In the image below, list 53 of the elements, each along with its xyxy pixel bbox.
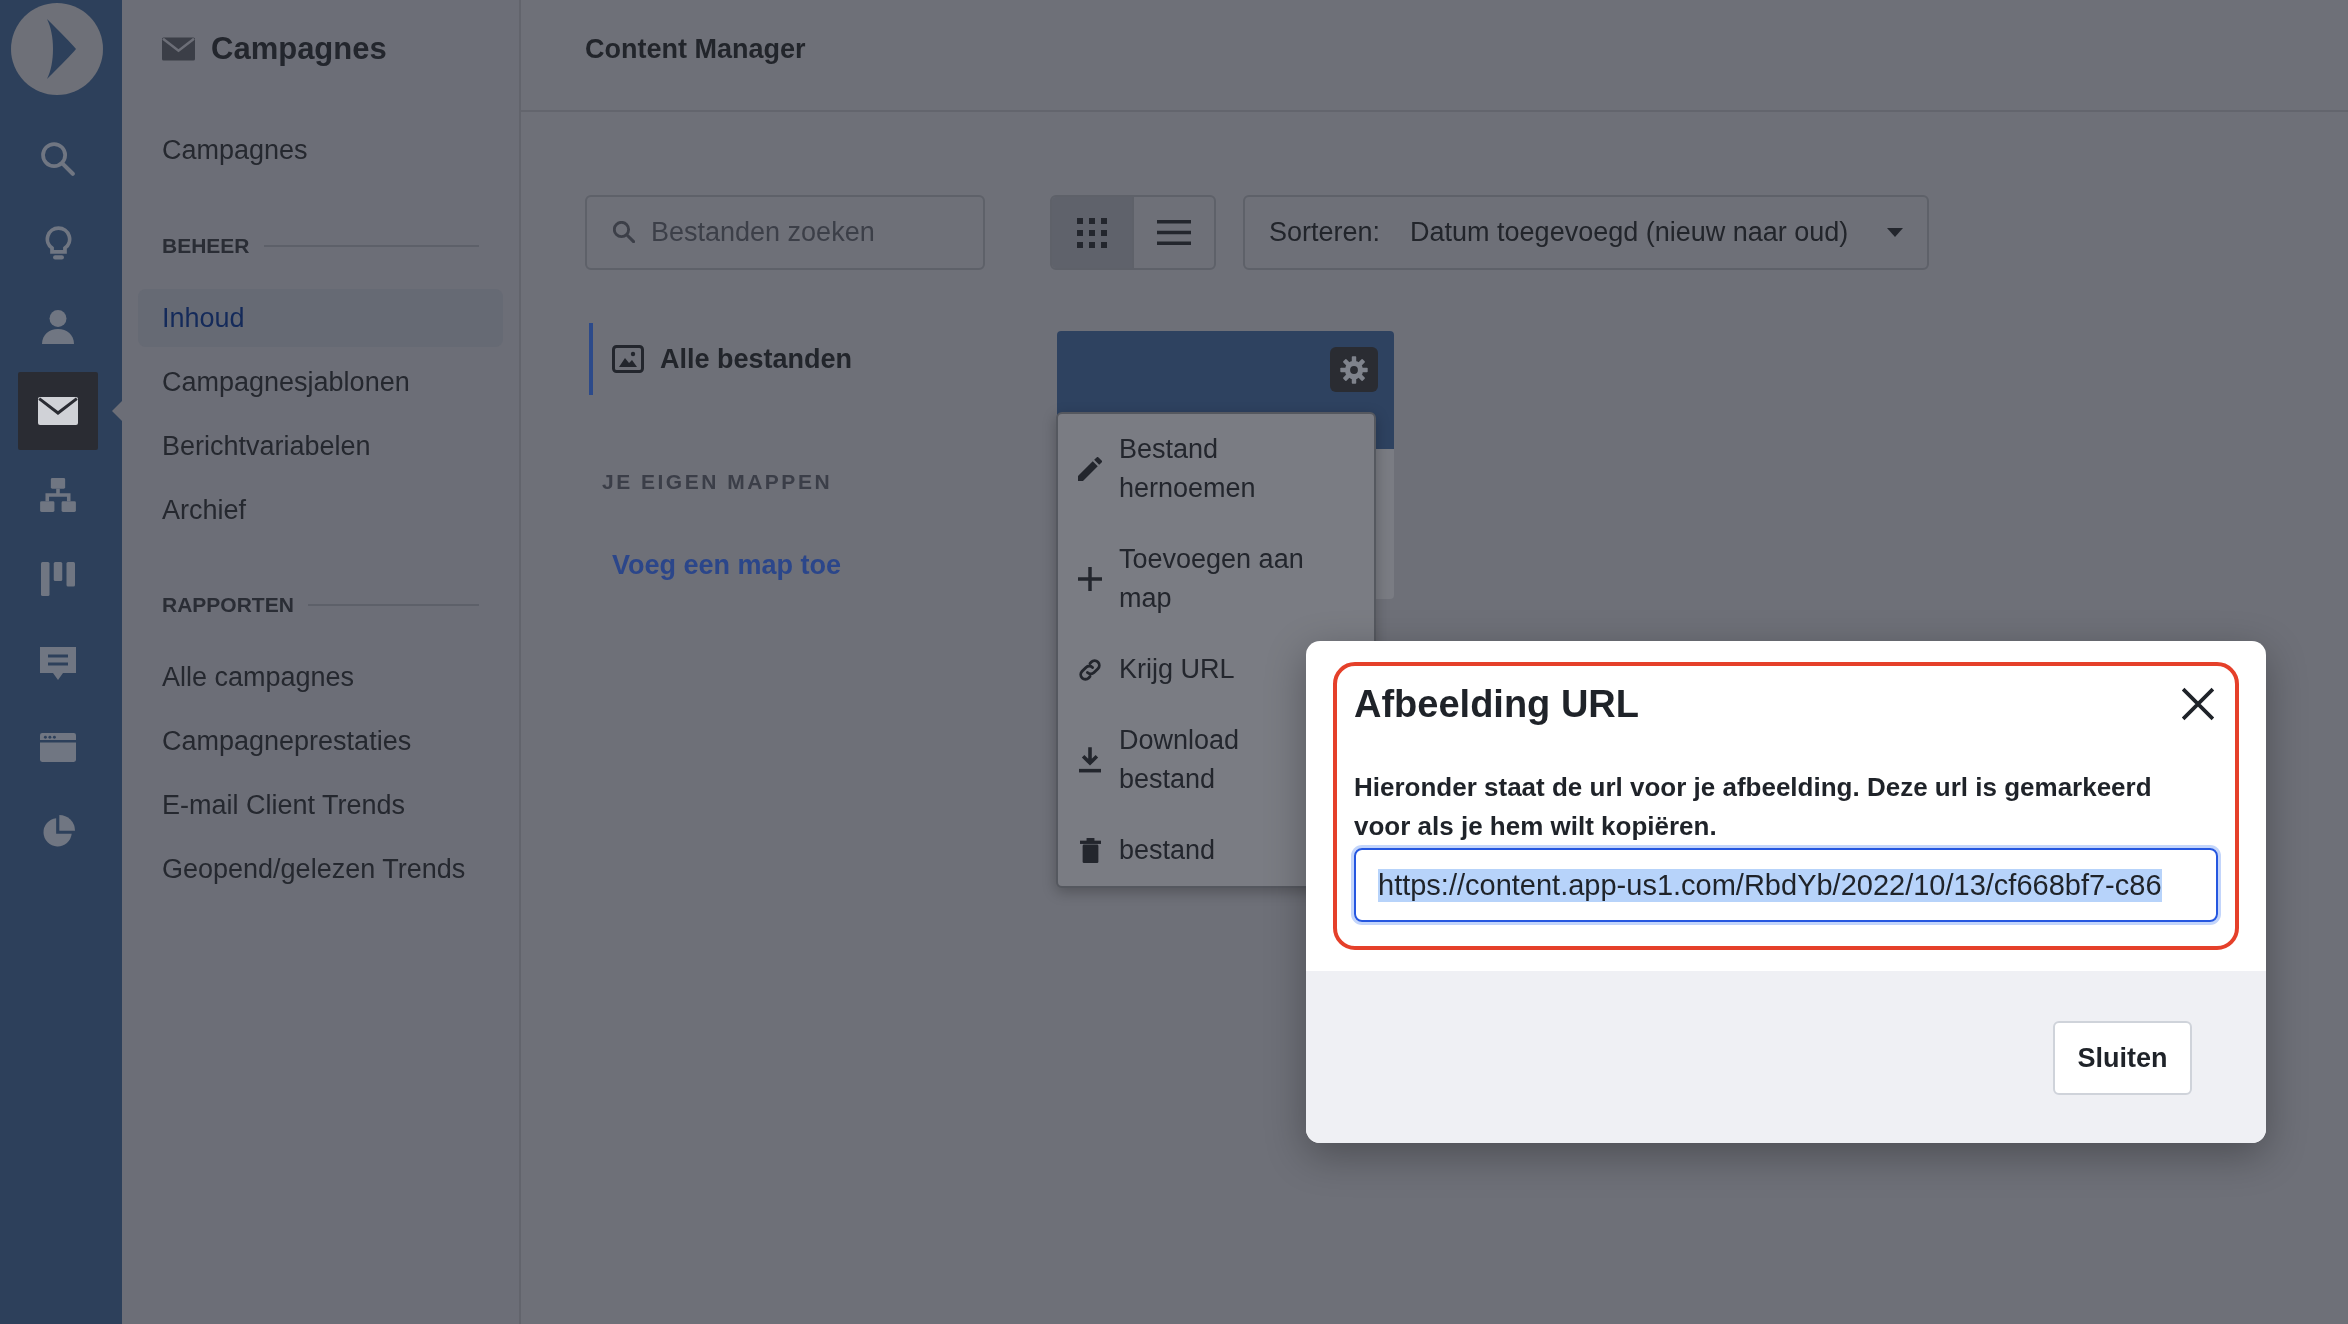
plus-icon	[1078, 567, 1102, 591]
section-heading: BEHEER	[162, 234, 250, 258]
list-icon	[1157, 220, 1191, 245]
caret-icon	[1887, 228, 1903, 237]
trash-icon	[1079, 838, 1101, 863]
dialog-message: Hieronder staat de url voor je afbeelding. Deze url is gemarkeerd voor als je hem wilt kopiëren.	[1354, 771, 2153, 843]
sidebar-item[interactable]: E-mail Client Trends	[138, 776, 503, 834]
gear-icon	[1339, 354, 1369, 385]
envelope-icon	[38, 397, 78, 425]
search-icon	[613, 221, 635, 243]
envelope-icon	[162, 37, 195, 61]
sort-dropdown[interactable]: Sorteren: Datum toegevoegd (nieuw naar oud)	[1243, 195, 1929, 270]
page-title: Content Manager	[585, 34, 806, 64]
sidebar-item[interactable]: Campagnesjablonen	[138, 353, 503, 411]
sort-value: Datum toegevoegd (nieuw naar oud)	[1410, 217, 1849, 248]
add-folder-link[interactable]: Voeg een map toe	[612, 548, 842, 582]
pie-chart-icon	[41, 814, 75, 848]
menu-item[interactable]: bestand	[1076, 831, 1216, 870]
sitemap-icon	[40, 478, 76, 512]
search-icon	[41, 142, 75, 176]
sidebar-item[interactable]: Geopend/gelezen Trends	[138, 840, 503, 898]
user-icon	[42, 310, 74, 344]
sidebar-item[interactable]: Berichtvariabelen	[138, 417, 503, 475]
grid-view-button[interactable]	[1052, 197, 1132, 268]
nav-button[interactable]	[18, 372, 98, 450]
pencil-icon	[1078, 457, 1102, 481]
link-icon	[1079, 658, 1101, 681]
section-heading: RAPPORTEN	[162, 593, 294, 617]
menu-item[interactable]: Bestand hernoemen	[1076, 430, 1334, 508]
dialog-title: Afbeelding URL	[1354, 682, 1639, 727]
sort-label: Sorteren:	[1269, 217, 1381, 248]
grid-icon	[1077, 217, 1107, 248]
menu-item[interactable]: Krijg URL	[1076, 650, 1235, 689]
folder-item[interactable]: Alle bestanden	[589, 323, 853, 395]
sidebar-item[interactable]: Campagnes	[138, 121, 503, 179]
sidebar-item[interactable]: Archief	[138, 481, 503, 539]
logo-icon	[11, 3, 103, 95]
sidebar-item[interactable]: Inhoud	[138, 289, 503, 347]
sidebar-title: Campagnes	[211, 31, 387, 67]
sidebar-item[interactable]: Alle campagnes	[138, 648, 503, 706]
sidebar-item[interactable]: Campagneprestaties	[138, 712, 503, 770]
download-icon	[1079, 747, 1101, 773]
browser-window-icon	[40, 732, 76, 762]
settings-button[interactable]	[1330, 347, 1378, 392]
close-icon	[2181, 687, 2215, 721]
image-icon	[612, 345, 644, 373]
chat-icon	[40, 646, 76, 680]
url-field[interactable]: https://content.app-us1.com/RbdYb/2022/10/13/cf668bf7-c86	[1354, 848, 2218, 922]
menu-item[interactable]: Toevoegen aan map	[1076, 540, 1334, 618]
columns-icon	[41, 562, 75, 596]
lightbulb-icon	[44, 226, 72, 260]
close-button[interactable]: Sluiten	[2053, 1021, 2192, 1095]
menu-item[interactable]: Download bestand	[1076, 721, 1334, 799]
